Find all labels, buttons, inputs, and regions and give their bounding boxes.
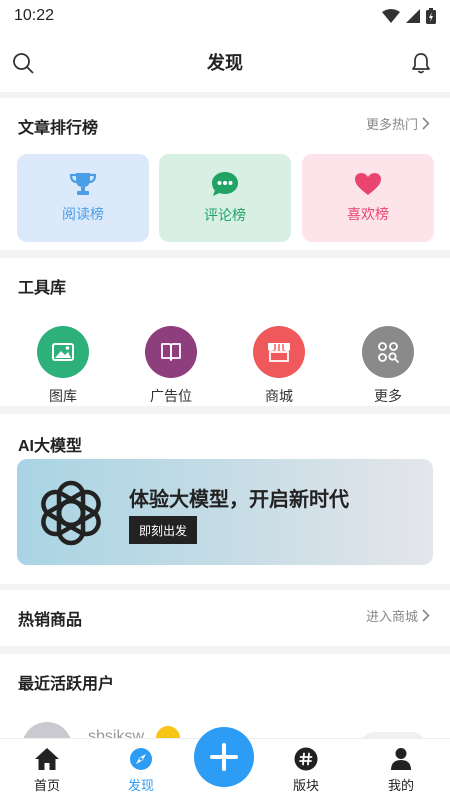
tools-section: 工具库 图库 广告位 商城 更多 <box>0 258 450 406</box>
avatar <box>22 722 72 738</box>
signal-icon <box>406 9 420 23</box>
products-section: 热销商品 进入商城 <box>0 590 450 646</box>
nav-boards-label: 版块 <box>292 778 319 793</box>
store-label: 商城 <box>265 388 293 404</box>
chevron-right-icon <box>422 117 430 130</box>
nav-discover[interactable]: 发现 <box>106 747 176 794</box>
openai-logo-icon <box>41 480 101 546</box>
compass-icon <box>130 748 152 770</box>
gallery-label: 图库 <box>49 388 77 404</box>
more-circle <box>362 326 414 378</box>
products-title: 热销商品 <box>18 612 83 629</box>
more-hot-link[interactable]: 更多热门 <box>366 114 430 133</box>
nav-home[interactable]: 首页 <box>12 747 82 794</box>
gallery-circle <box>37 326 89 378</box>
nav-boards[interactable]: 版块 <box>271 747 341 794</box>
user-name: sbsjksw <box>88 728 145 738</box>
ai-section: AI大模型 体验大模型，开启新时代 即刻出发 <box>0 414 450 584</box>
like-ranking-card[interactable]: 喜欢榜 <box>302 154 434 242</box>
ranking-title: 文章排行榜 <box>18 120 99 137</box>
wifi-icon <box>382 9 400 23</box>
battery-icon <box>426 8 436 24</box>
grid-search-icon <box>378 342 399 363</box>
bell-icon <box>412 53 430 74</box>
tools-title: 工具库 <box>18 280 67 297</box>
hash-icon <box>294 747 318 771</box>
ai-title: AI大模型 <box>18 438 83 455</box>
status-bar: 10:22 <box>0 0 450 32</box>
tool-ad-slot[interactable]: 广告位 <box>136 326 206 406</box>
trophy-icon <box>69 173 97 195</box>
ai-banner[interactable]: 体验大模型，开启新时代 即刻出发 <box>17 459 433 565</box>
app-header: 发现 <box>0 32 450 92</box>
ad-slot-circle <box>145 326 197 378</box>
image-icon <box>52 343 74 361</box>
nav-home-label: 首页 <box>33 778 60 793</box>
search-icon <box>13 53 34 74</box>
read-ranking-card[interactable]: 阅读榜 <box>17 154 149 242</box>
plus-icon <box>210 743 238 771</box>
create-post-button[interactable] <box>194 727 254 787</box>
like-ranking-label: 喜欢榜 <box>347 206 389 222</box>
read-ranking-label: 阅读榜 <box>62 206 104 222</box>
page-title: 发现 <box>207 53 243 73</box>
enter-store-link[interactable]: 进入商城 <box>366 606 430 625</box>
chat-icon <box>212 172 238 196</box>
search-button[interactable] <box>10 50 36 76</box>
book-icon <box>161 343 181 361</box>
ad-slot-label: 广告位 <box>150 388 192 404</box>
tool-store[interactable]: 商城 <box>244 326 314 406</box>
chevron-right-icon <box>422 609 430 622</box>
notification-button[interactable] <box>408 50 434 76</box>
ranking-section: 文章排行榜 更多热门 阅读榜 评论榜 喜欢榜 <box>0 98 450 250</box>
status-time: 10:22 <box>14 7 55 24</box>
status-icons <box>382 8 436 24</box>
active-users-section: 最近活跃用户 sbsjksw <box>0 654 450 738</box>
more-hot-label: 更多热门 <box>365 117 418 132</box>
tool-more[interactable]: 更多 <box>353 326 423 406</box>
store-circle <box>253 326 305 378</box>
active-users-title: 最近活跃用户 <box>18 676 115 693</box>
level-badge-icon <box>156 726 180 738</box>
more-label: 更多 <box>374 388 402 404</box>
start-now-button[interactable]: 即刻出发 <box>129 516 197 544</box>
comment-ranking-card[interactable]: 评论榜 <box>159 154 291 242</box>
comment-ranking-label: 评论榜 <box>204 207 246 223</box>
heart-icon <box>355 173 381 195</box>
nav-me[interactable]: 我的 <box>366 747 436 794</box>
home-icon <box>35 748 59 770</box>
tool-gallery[interactable]: 图库 <box>28 326 98 406</box>
nav-discover-label: 发现 <box>127 778 154 793</box>
user-icon <box>391 748 411 770</box>
nav-me-label: 我的 <box>387 778 414 793</box>
enter-store-label: 进入商城 <box>365 609 418 624</box>
ai-headline: 体验大模型，开启新时代 <box>129 489 349 511</box>
store-icon <box>268 343 290 362</box>
